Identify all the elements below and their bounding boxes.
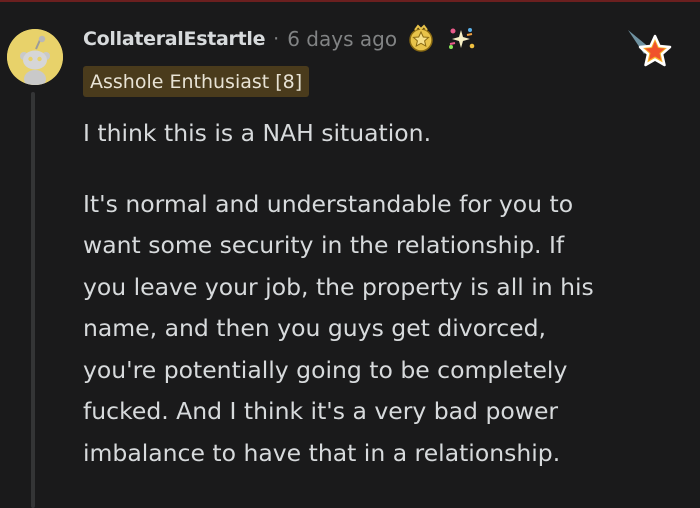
comment-line: you leave your job, the property is all … — [83, 272, 594, 301]
thread-collapse-line[interactable] — [31, 92, 35, 508]
comment-line: you're potentially going to be completel… — [83, 355, 568, 384]
comment-timestamp[interactable]: 6 days ago — [287, 27, 397, 51]
top-border — [0, 0, 700, 2]
comment-paragraph: It's normal and understandable for you t… — [83, 184, 683, 475]
comment-paragraph: I think this is a NAH situation. — [83, 113, 683, 155]
comment-line: It's normal and understandable for you t… — [83, 189, 574, 218]
comment-header: CollateralEstartle · 6 days ago — [83, 24, 477, 54]
comment-line: name, and then you guys get divorced, — [83, 314, 546, 342]
shooting-star-icon[interactable] — [624, 26, 674, 72]
comment-line: want some security in the relationship. … — [83, 231, 565, 259]
snoo-avatar-icon — [7, 29, 63, 85]
username-link[interactable]: CollateralEstartle — [83, 28, 265, 50]
sparkle-burst-icon[interactable] — [445, 24, 477, 54]
gold-medal-icon[interactable] — [406, 24, 436, 54]
user-flair: Asshole Enthusiast [8] — [83, 66, 310, 97]
comment-body: I think this is a NAH situation. It's no… — [83, 113, 683, 474]
avatar[interactable] — [7, 29, 63, 85]
meta-separator: · — [273, 28, 280, 50]
comment-line: I think this is a NAH situation. — [83, 119, 432, 147]
comment-line: fucked. And I think it's a very bad powe… — [83, 397, 559, 425]
comment-line: imbalance to have that in a relationship… — [83, 438, 561, 467]
